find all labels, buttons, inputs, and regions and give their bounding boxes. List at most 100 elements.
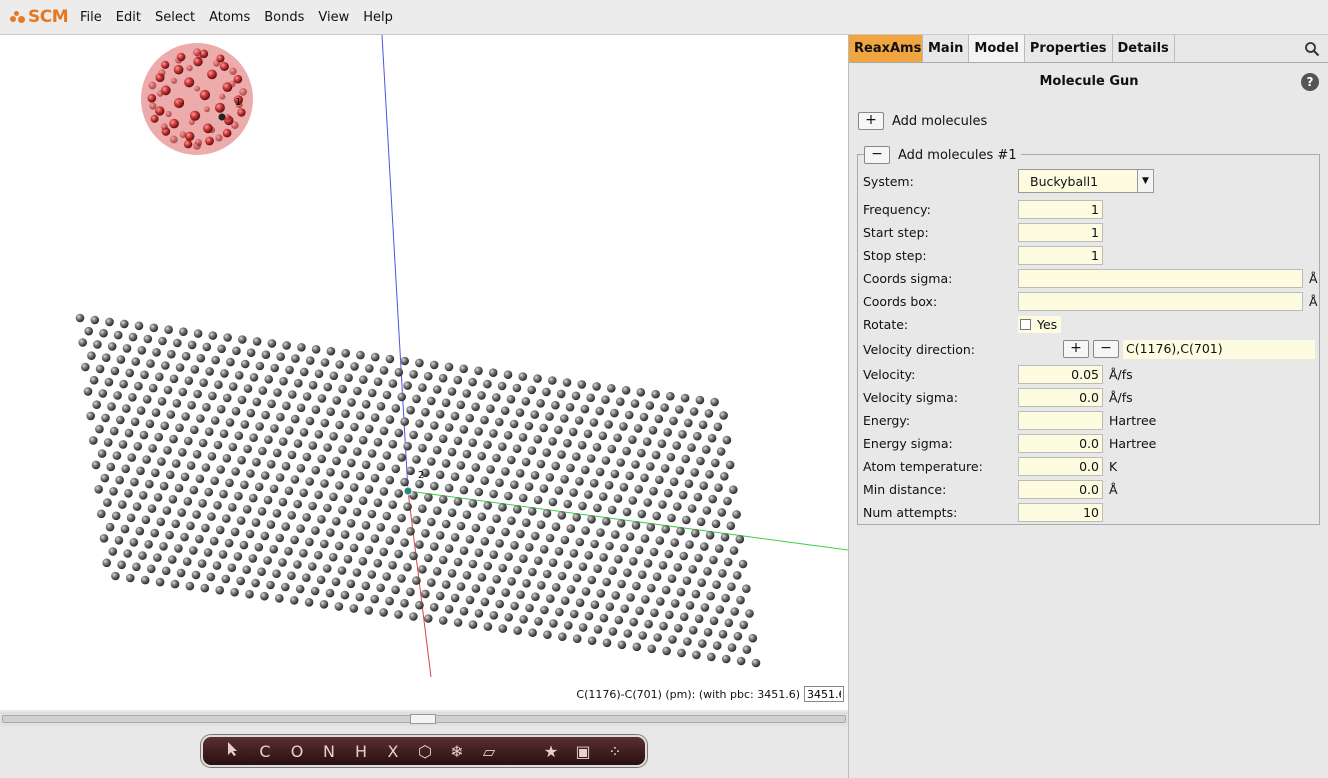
carbon-atom[interactable] xyxy=(141,515,151,525)
carbon-atom[interactable] xyxy=(441,580,451,589)
tab-model[interactable]: Model xyxy=(969,35,1025,62)
carbon-atom[interactable] xyxy=(288,390,297,399)
carbon-atom[interactable] xyxy=(180,532,189,542)
carbon-atom[interactable] xyxy=(510,541,519,550)
buckyball-atom[interactable] xyxy=(216,54,225,63)
carbon-atom[interactable] xyxy=(418,565,427,574)
carbon-atom[interactable] xyxy=(182,557,192,566)
carbon-atom[interactable] xyxy=(299,488,309,498)
carbon-atom[interactable] xyxy=(634,484,643,494)
carbon-atom[interactable] xyxy=(718,629,728,639)
carbon-atom[interactable] xyxy=(726,521,736,531)
carbon-atom[interactable] xyxy=(243,444,252,454)
carbon-atom[interactable] xyxy=(724,618,734,628)
carbon-atom[interactable] xyxy=(406,466,415,476)
carbon-atom[interactable] xyxy=(284,546,293,556)
carbon-atom[interactable] xyxy=(447,447,457,457)
carbon-atom[interactable] xyxy=(254,482,264,492)
carbon-atom[interactable] xyxy=(130,417,140,427)
carbon-atom[interactable] xyxy=(316,575,326,585)
carbon-atom[interactable] xyxy=(279,376,288,386)
carbon-atom[interactable] xyxy=(326,407,336,417)
carbon-atom[interactable] xyxy=(361,581,371,591)
carbon-atom[interactable] xyxy=(200,583,210,593)
carbon-atom[interactable] xyxy=(624,410,634,420)
carbon-atom[interactable] xyxy=(174,544,183,553)
carbon-atom[interactable] xyxy=(723,557,733,567)
carbon-atom[interactable] xyxy=(652,511,661,521)
carbon-atom[interactable] xyxy=(638,570,647,579)
carbon-atom[interactable] xyxy=(388,500,398,510)
carbon-atom[interactable] xyxy=(474,609,484,618)
carbon-atom[interactable] xyxy=(338,445,347,454)
carbon-atom[interactable] xyxy=(320,539,329,549)
carbon-atom[interactable] xyxy=(276,412,285,422)
carbon-atom[interactable] xyxy=(266,580,275,590)
carbon-atom[interactable] xyxy=(153,553,162,562)
carbon-atom[interactable] xyxy=(492,453,501,463)
carbon-atom[interactable] xyxy=(180,472,190,482)
carbon-atom[interactable] xyxy=(299,548,308,558)
carbon-atom[interactable] xyxy=(641,595,650,604)
carbon-atom[interactable] xyxy=(704,409,714,418)
carbon-atom[interactable] xyxy=(121,464,130,474)
carbon-atom[interactable] xyxy=(572,513,581,522)
carbon-atom[interactable] xyxy=(515,469,525,478)
carbon-atom[interactable] xyxy=(568,427,578,437)
carbon-atom[interactable] xyxy=(623,629,633,638)
carbon-atom[interactable] xyxy=(599,613,609,623)
carbon-atom[interactable] xyxy=(296,524,305,533)
carbon-atom[interactable] xyxy=(519,615,528,624)
carbon-atom[interactable] xyxy=(228,503,237,512)
carbon-atom[interactable] xyxy=(676,587,686,597)
carbon-atom[interactable] xyxy=(276,352,286,362)
carbon-atom[interactable] xyxy=(151,408,161,417)
carbon-atom[interactable] xyxy=(394,549,403,559)
carbon-atom[interactable] xyxy=(518,433,528,442)
carbon-atom[interactable] xyxy=(562,378,572,387)
carbon-atom[interactable] xyxy=(84,326,93,336)
carbon-atom[interactable] xyxy=(495,599,505,609)
carbon-atom[interactable] xyxy=(99,534,109,543)
viewport-hscrollbar[interactable] xyxy=(0,712,848,726)
buckyball-atom[interactable] xyxy=(158,69,166,77)
add-molecules-button[interactable]: + xyxy=(858,112,884,130)
dropdown-arrow-icon[interactable]: ▼ xyxy=(1137,170,1153,192)
carbon-atom[interactable] xyxy=(751,658,761,668)
buckyball-atom[interactable] xyxy=(203,123,213,134)
carbon-atom[interactable] xyxy=(709,555,718,565)
carbon-atom[interactable] xyxy=(530,531,540,541)
carbon-atom[interactable] xyxy=(347,458,356,468)
carbon-atom[interactable] xyxy=(534,556,543,565)
carbon-atom[interactable] xyxy=(666,391,675,401)
carbon-atom[interactable] xyxy=(98,389,108,398)
carbon-atom[interactable] xyxy=(427,578,436,587)
carbon-atom[interactable] xyxy=(483,561,493,571)
carbon-atom[interactable] xyxy=(730,607,739,616)
carbon-atom[interactable] xyxy=(184,436,193,446)
carbon-atom[interactable] xyxy=(557,571,567,581)
carbon-atom[interactable] xyxy=(604,420,613,429)
carbon-atom[interactable] xyxy=(397,453,407,462)
carbon-atom[interactable] xyxy=(711,458,720,468)
carbon-atom[interactable] xyxy=(424,614,433,623)
carbon-atom[interactable] xyxy=(174,483,184,493)
coords-sigma-field[interactable] xyxy=(1018,268,1303,288)
molecule-scene[interactable]: 2 1 xyxy=(0,35,848,710)
carbon-atom[interactable] xyxy=(198,499,207,508)
carbon-atom[interactable] xyxy=(506,395,516,404)
carbon-atom[interactable] xyxy=(465,474,475,484)
carbon-atom[interactable] xyxy=(207,452,217,461)
velocity-direction-field[interactable]: C(1176),C(701) xyxy=(1123,339,1315,359)
carbon-atom[interactable] xyxy=(513,626,522,635)
carbon-atom[interactable] xyxy=(222,514,231,523)
carbon-atom[interactable] xyxy=(361,400,371,409)
carbon-atom[interactable] xyxy=(557,511,567,520)
menu-file[interactable]: File xyxy=(80,10,110,25)
carbon-atom[interactable] xyxy=(248,554,258,563)
buckyball-atom[interactable] xyxy=(173,64,184,75)
carbon-atom[interactable] xyxy=(212,561,222,570)
carbon-atom[interactable] xyxy=(602,577,611,587)
carbon-atom[interactable] xyxy=(722,435,732,445)
carbon-atom[interactable] xyxy=(542,569,552,579)
